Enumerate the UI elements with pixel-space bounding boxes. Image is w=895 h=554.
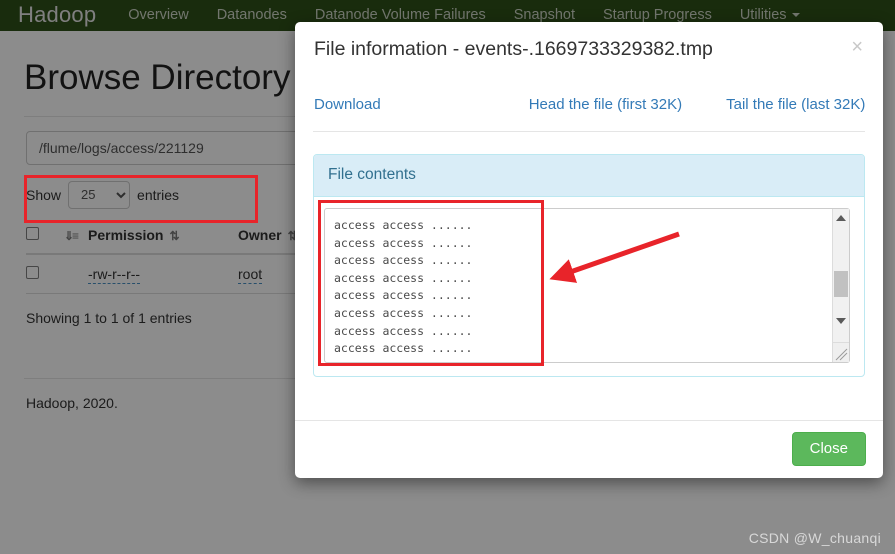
modal-header: File information - events-.1669733329382… bbox=[295, 22, 883, 80]
file-information-modal: File information - events-.1669733329382… bbox=[295, 22, 883, 478]
file-contents-heading: File contents bbox=[314, 155, 864, 197]
modal-title: File information - events-.1669733329382… bbox=[314, 38, 713, 60]
screenshot-root: Hadoop Overview Datanodes Datanode Volum… bbox=[0, 0, 895, 554]
file-actions-row: Download Head the file (first 32K) Tail … bbox=[313, 80, 865, 132]
close-icon[interactable]: × bbox=[845, 36, 869, 58]
close-button[interactable]: Close bbox=[791, 432, 866, 466]
file-contents-textarea[interactable]: access access ...... access access .....… bbox=[324, 208, 850, 363]
download-link[interactable]: Download bbox=[314, 96, 381, 113]
triangle-down-icon bbox=[836, 318, 846, 324]
scrollbar-thumb[interactable] bbox=[834, 271, 848, 297]
modal-footer: Close bbox=[295, 420, 883, 478]
textarea-scrollbar[interactable] bbox=[832, 209, 849, 362]
triangle-up-icon bbox=[836, 215, 846, 221]
csdn-watermark: CSDN @W_chuanqi bbox=[748, 530, 881, 546]
file-contents-panel: File contents access access ...... acces… bbox=[313, 154, 865, 377]
file-contents-text: access access ...... access access .....… bbox=[334, 218, 473, 356]
scroll-down-icon[interactable] bbox=[833, 313, 849, 329]
scroll-up-icon[interactable] bbox=[833, 210, 849, 226]
resize-grip-icon[interactable] bbox=[832, 342, 849, 362]
head-file-link[interactable]: Head the file (first 32K) bbox=[529, 96, 682, 113]
modal-body: Download Head the file (first 32K) Tail … bbox=[295, 80, 883, 377]
tail-file-link[interactable]: Tail the file (last 32K) bbox=[726, 96, 865, 113]
file-contents-body: access access ...... access access .....… bbox=[314, 197, 864, 376]
